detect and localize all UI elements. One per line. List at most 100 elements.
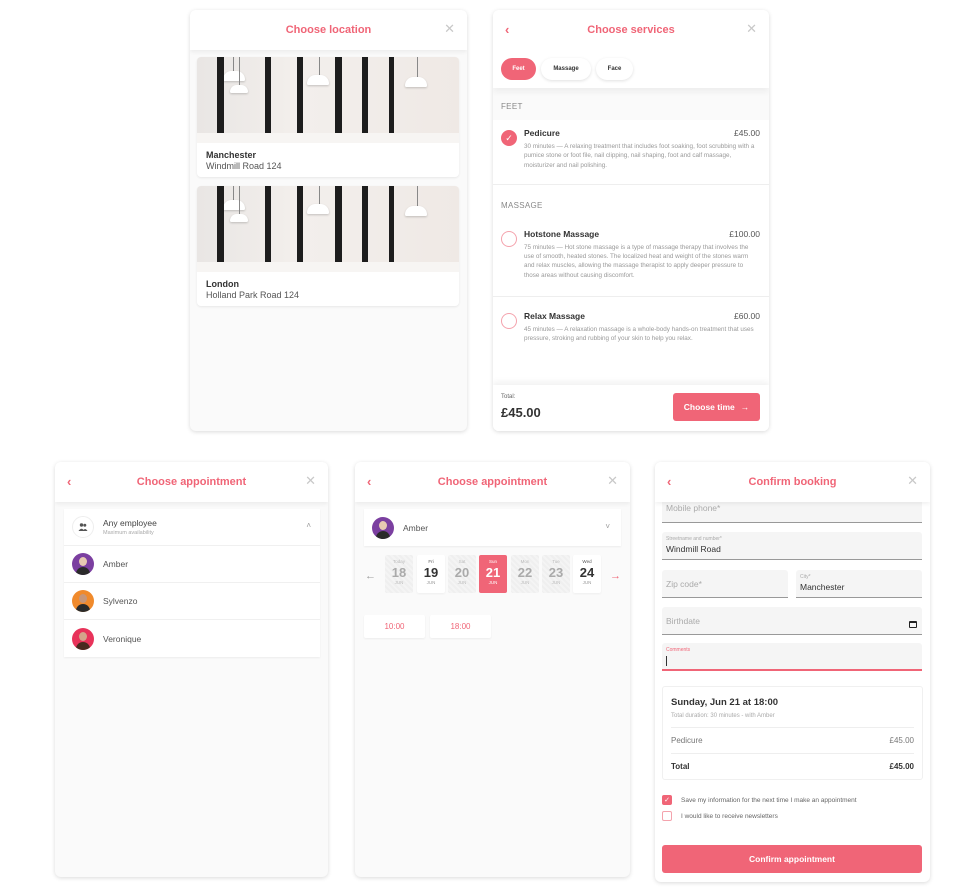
unchecked-circle-icon[interactable] — [501, 313, 517, 330]
summary-line-item: Pedicure £45.00 — [671, 736, 914, 745]
panel-title: Confirm booking — [748, 476, 837, 488]
date-panel: ‹ Choose appointment ✕ Amber ˅ ← Today 18… — [355, 462, 630, 877]
birthdate-field[interactable]: Birthdate — [662, 607, 922, 635]
date-option: Today 18 JUN — [385, 555, 413, 593]
day-number: 20 — [454, 565, 470, 580]
service-item-hotstone-massage[interactable]: Hotstone Massage £100.00 75 minutes — Ho… — [493, 221, 769, 296]
street-field[interactable]: Streetname and number* Windmill Road — [662, 532, 922, 560]
avatar — [372, 516, 394, 539]
location-name: London — [206, 279, 239, 289]
summary-title: Sunday, Jun 21 at 18:00 — [671, 697, 779, 708]
avatar — [72, 590, 94, 612]
avatar — [72, 627, 94, 650]
choose-time-button[interactable]: Choose time → — [673, 393, 760, 421]
category-label: FEET — [493, 88, 769, 120]
city-field[interactable]: City* Manchester — [796, 570, 922, 598]
button-label: Choose time — [683, 402, 735, 412]
day-of-week: Wed — [582, 559, 592, 564]
employee-list: Any employee Maximum availability ˄ Ambe… — [64, 509, 320, 657]
time-slot[interactable]: 18:00 — [430, 615, 491, 638]
day-number: 22 — [517, 565, 533, 580]
checkbox-checked[interactable]: ✓ — [662, 795, 672, 805]
employee-row-amber[interactable]: Amber — [64, 546, 320, 583]
zip-code-field[interactable]: Zip code* — [662, 570, 788, 598]
date-option-selected[interactable]: Sun 21 JUN — [479, 555, 507, 593]
chevron-left-icon[interactable]: ‹ — [505, 22, 509, 37]
employee-row-veronique[interactable]: Veronique — [64, 620, 320, 657]
time-slot[interactable]: 10:00 — [364, 615, 425, 638]
services-panel: ‹ Choose services ✕ Feet Massage Face FE… — [493, 10, 769, 431]
date-option[interactable]: Fri 19 JUN — [417, 555, 445, 593]
employee-panel: ‹ Choose appointment ✕ Any employee Maxi… — [55, 462, 328, 877]
close-icon[interactable]: ✕ — [907, 473, 918, 489]
chevron-left-icon[interactable]: ‹ — [667, 474, 671, 489]
panel-header: ‹ Confirm booking ✕ — [655, 462, 930, 502]
close-icon[interactable]: ✕ — [305, 473, 316, 489]
service-item-pedicure[interactable]: ✓ Pedicure £45.00 30 minutes — A relaxin… — [493, 120, 769, 184]
month: JUN — [520, 580, 530, 585]
day-of-week: Tue — [552, 559, 560, 564]
service-item-relax-massage[interactable]: Relax Massage £60.00 45 minutes — A rela… — [493, 297, 769, 352]
newsletter-checkbox-row[interactable]: I would like to receive newsletters — [662, 811, 778, 821]
chevron-up-icon[interactable]: ˄ — [306, 521, 311, 530]
location-card-manchester[interactable]: Manchester Windmill Road 124 — [197, 57, 459, 177]
arrow-left-icon[interactable]: ← — [365, 570, 376, 582]
date-option: Sat 20 JUN — [448, 555, 476, 593]
booking-summary: Sunday, Jun 21 at 18:00 Total duration: … — [662, 686, 923, 780]
checkbox-label: I would like to receive newsletters — [681, 812, 778, 820]
panel-header: ‹ Choose appointment ✕ — [55, 462, 328, 502]
employee-row-sylvenzo[interactable]: Sylvenzo — [64, 583, 320, 620]
category-tabs: Feet Massage Face — [493, 50, 769, 88]
checkbox-unchecked[interactable] — [662, 811, 672, 821]
location-panel: Choose location ✕ Manchester Windmill Ro… — [190, 10, 467, 431]
arrow-right-icon[interactable]: → — [610, 570, 621, 582]
close-icon[interactable]: ✕ — [607, 473, 618, 489]
service-description: 75 minutes — Hot stone massage is a type… — [524, 243, 749, 279]
employee-name: Veronique — [103, 633, 142, 644]
day-number: 23 — [548, 565, 564, 580]
date-option[interactable]: Wed 24 JUN — [573, 555, 601, 593]
day-number: 21 — [485, 565, 501, 580]
day-number: 18 — [391, 565, 407, 580]
summary-total: Total £45.00 — [671, 762, 914, 771]
location-card-london[interactable]: London Holland Park Road 124 — [197, 186, 459, 306]
save-info-checkbox-row[interactable]: ✓ Save my information for the next time … — [662, 795, 857, 805]
chevron-left-icon[interactable]: ‹ — [367, 474, 371, 489]
month: JUN — [394, 580, 404, 585]
day-number: 19 — [423, 565, 439, 580]
panel-header: ‹ Choose appointment ✕ — [355, 462, 630, 502]
checked-icon[interactable]: ✓ — [501, 130, 517, 146]
unchecked-circle-icon[interactable] — [501, 230, 517, 247]
service-name: Hotstone Massage — [524, 228, 600, 239]
employee-select[interactable]: Amber ˅ — [364, 509, 621, 546]
location-name: Manchester — [206, 150, 257, 160]
total-label: Total: — [501, 394, 516, 400]
close-icon[interactable]: ✕ — [746, 21, 757, 37]
month: JUN — [551, 580, 561, 585]
tab-feet[interactable]: Feet — [501, 58, 536, 80]
services-list: FEET ✓ Pedicure £45.00 30 minutes — A re… — [493, 88, 769, 431]
date-option: Tue 23 JUN — [542, 555, 570, 593]
tab-massage[interactable]: Massage — [541, 58, 591, 80]
service-name: Pedicure — [524, 128, 560, 138]
chevron-left-icon[interactable]: ‹ — [67, 474, 71, 489]
month: JUN — [457, 580, 467, 585]
close-icon[interactable]: ✕ — [444, 21, 455, 37]
comments-field[interactable]: Comments — [662, 643, 922, 671]
line-item-name: Pedicure — [671, 736, 703, 745]
panel-title: Choose appointment — [437, 476, 548, 488]
location-address: Windmill Road 124 — [206, 161, 282, 171]
line-item-price: £45.00 — [889, 736, 914, 745]
panel-header: Choose location ✕ — [190, 10, 467, 50]
checkbox-label: Save my information for the next time I … — [681, 796, 857, 804]
panel-title: Choose location — [285, 24, 372, 36]
tab-face[interactable]: Face — [596, 58, 633, 80]
month: JUN — [426, 580, 436, 585]
month: JUN — [582, 580, 592, 585]
any-employee-option[interactable]: Any employee Maximum availability ˄ — [64, 509, 320, 546]
day-of-week: Fri — [428, 559, 434, 564]
employee-name: Amber — [103, 559, 129, 569]
confirm-appointment-button[interactable]: Confirm appointment — [662, 845, 922, 873]
total-value: £45.00 — [889, 762, 914, 771]
selected-employee: Amber — [403, 522, 429, 533]
